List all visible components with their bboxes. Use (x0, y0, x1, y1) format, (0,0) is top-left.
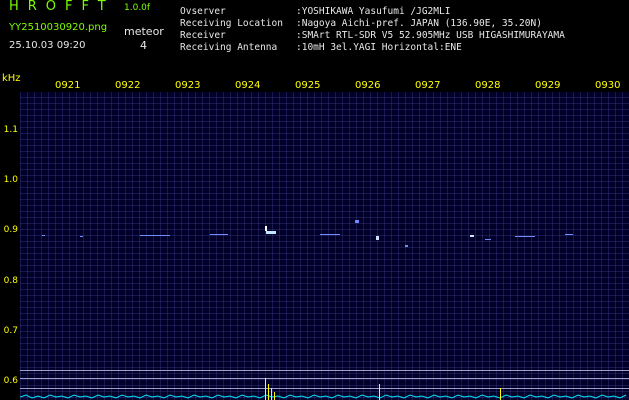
info-key-location: Receiving Location (180, 18, 283, 29)
meteor-marker (274, 392, 275, 400)
time-tick-label: 0925 (295, 80, 321, 91)
time-tick-label: 0921 (55, 80, 81, 91)
time-tick-label: 0924 (235, 80, 261, 91)
app-version: 1.0.0f (124, 3, 151, 13)
signal-trace (485, 239, 491, 240)
info-key-receiver: Receiver (180, 30, 226, 41)
meteor-echo (470, 235, 474, 237)
info-key-antenna: Receiving Antenna (180, 42, 278, 53)
time-tick-label: 0923 (175, 80, 201, 91)
meteor-marker (271, 388, 272, 400)
meteor-marker (265, 378, 266, 400)
time-tick-label: 0929 (535, 80, 561, 91)
meteor-echo (265, 226, 267, 231)
reference-line (20, 388, 629, 389)
signal-trace (405, 245, 408, 247)
y-tick-label: 1.0 (3, 175, 18, 185)
signal-trace (355, 220, 359, 223)
signal-trace (320, 234, 340, 235)
meteor-count: 4 (140, 39, 147, 52)
info-value-location: :Nagoya Aichi-pref. JAPAN (136.90E, 35.2… (296, 18, 542, 29)
meteor-marker (268, 384, 269, 400)
time-tick-label: 0928 (475, 80, 501, 91)
spectrogram-display (20, 92, 629, 400)
time-tick-label: 0930 (595, 80, 621, 91)
y-tick-label: 0.9 (3, 225, 18, 235)
y-tick-label: 0.7 (3, 326, 18, 336)
signal-trace (140, 235, 170, 236)
signal-trace (42, 235, 45, 236)
file-name: YY2510030920.png (9, 22, 108, 33)
meteor-label: meteor (124, 25, 164, 38)
app-title: HROFFT (9, 0, 115, 14)
time-tick-label: 0927 (415, 80, 441, 91)
header-panel: HROFFT 1.0.0f YY2510030920.png meteor 25… (0, 0, 629, 78)
signal-trace (80, 236, 83, 237)
meteor-echo (376, 236, 379, 240)
time-tick-label: 0926 (355, 80, 381, 91)
info-value-observer: :YOSHIKAWA Yasufumi /JG2MLI (296, 6, 451, 17)
meteor-echo (266, 231, 276, 234)
y-tick-label: 0.8 (3, 276, 18, 286)
info-key-observer: Ovserver (180, 6, 226, 17)
info-value-antenna: :10mH 3el.YAGI Horizontal:ENE (296, 42, 462, 53)
meteor-marker (500, 388, 501, 400)
time-tick-label: 0922 (115, 80, 141, 91)
signal-trace (515, 236, 535, 237)
reference-line (20, 378, 629, 379)
noise-floor-graph (20, 394, 627, 399)
signal-trace (210, 234, 228, 235)
reference-line (20, 370, 629, 371)
info-value-receiver: :SMArt RTL-SDR V5 52.905MHz USB HIGASHIM… (296, 30, 565, 41)
y-tick-label: 0.6 (3, 376, 18, 386)
signal-trace (565, 234, 573, 235)
meteor-marker (379, 384, 380, 400)
timestamp: 25.10.03 09:20 (9, 40, 86, 51)
y-tick-label: 1.1 (3, 125, 18, 135)
y-axis-unit: kHz (2, 73, 21, 84)
